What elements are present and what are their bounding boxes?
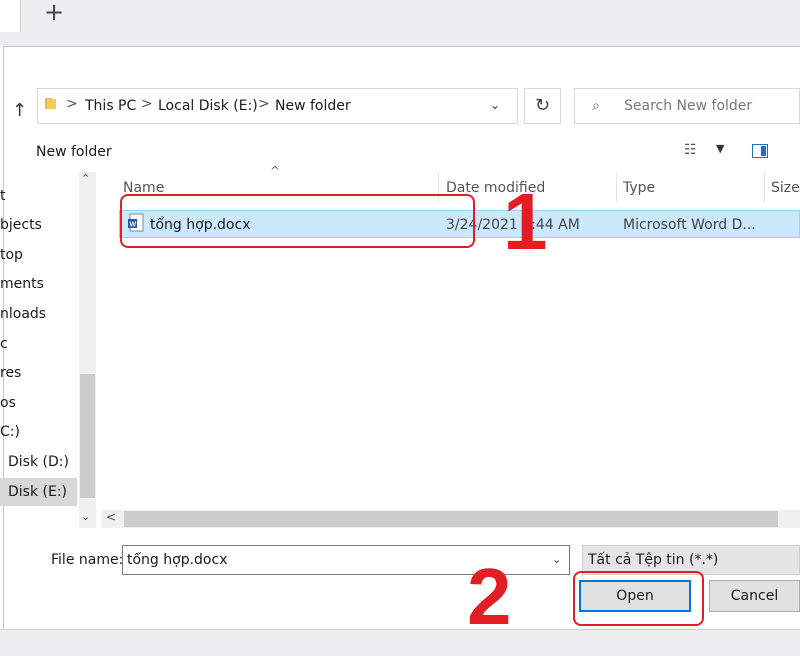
- nav-scrollbar-thumb[interactable]: [80, 374, 95, 498]
- annotation-highlight-file: [120, 194, 475, 248]
- up-arrow-icon[interactable]: ↑: [12, 100, 27, 121]
- folder-icon: [45, 98, 56, 109]
- new-folder-button[interactable]: New folder: [36, 144, 112, 160]
- annotation-step-1: 1: [503, 177, 548, 266]
- new-tab-icon[interactable]: +: [44, 0, 64, 26]
- annotation-step-2: 2: [467, 552, 512, 641]
- breadcrumb-this-pc[interactable]: This PC: [85, 98, 136, 114]
- refresh-button[interactable]: ↻: [524, 88, 561, 124]
- browser-tab-strip: +: [0, 0, 800, 46]
- nav-item-local-disk-c[interactable]: C:): [0, 424, 20, 440]
- nav-item-documents[interactable]: ments: [0, 276, 44, 292]
- file-name-dropdown-icon[interactable]: ⌄: [552, 553, 561, 566]
- scroll-down-icon[interactable]: ⌄: [81, 510, 90, 523]
- nav-item-3d-objects[interactable]: bjects: [0, 217, 42, 233]
- scroll-up-icon[interactable]: ⌃: [81, 172, 90, 185]
- nav-item-desktop[interactable]: top: [0, 247, 23, 263]
- nav-item-disk-e[interactable]: Disk (E:): [8, 484, 67, 500]
- column-header-type[interactable]: Type: [623, 180, 655, 196]
- nav-item-pictures[interactable]: res: [0, 365, 21, 381]
- chevron-down-icon[interactable]: ⌄: [490, 98, 500, 112]
- file-type-cell: Microsoft Word D...: [623, 217, 756, 233]
- file-name-label: File name:: [51, 552, 124, 568]
- view-options-icon[interactable]: ☷: [684, 142, 697, 158]
- view-dropdown-icon[interactable]: ▼: [716, 142, 724, 155]
- column-divider[interactable]: [616, 172, 617, 202]
- nav-item-downloads[interactable]: nloads: [0, 306, 46, 322]
- nav-item[interactable]: t: [0, 188, 6, 204]
- nav-item-videos[interactable]: os: [0, 395, 16, 411]
- breadcrumb-new-folder[interactable]: New folder: [275, 98, 351, 114]
- nav-item-music[interactable]: c: [0, 336, 8, 352]
- annotation-highlight-open: [573, 571, 704, 626]
- cancel-button[interactable]: Cancel: [709, 580, 800, 612]
- chevron-right-icon[interactable]: >: [66, 96, 78, 112]
- open-file-dialog: [3, 46, 800, 630]
- column-divider[interactable]: [764, 172, 765, 202]
- search-placeholder: Search New folder: [624, 98, 753, 114]
- column-header-size[interactable]: Size: [771, 180, 800, 196]
- taskbar-strip: [0, 629, 800, 656]
- chevron-right-icon[interactable]: >: [258, 96, 270, 112]
- nav-item-disk-d[interactable]: Disk (D:): [8, 454, 69, 470]
- breadcrumb-local-disk-e[interactable]: Local Disk (E:): [158, 98, 258, 114]
- scroll-left-icon[interactable]: <: [106, 510, 116, 524]
- browser-tab[interactable]: [0, 0, 21, 32]
- sort-ascending-icon: ^: [270, 164, 281, 178]
- search-icon: ⌕: [592, 98, 600, 114]
- chevron-right-icon[interactable]: >: [141, 96, 153, 112]
- preview-pane-icon[interactable]: [752, 144, 768, 158]
- horizontal-scrollbar-thumb[interactable]: [124, 511, 778, 527]
